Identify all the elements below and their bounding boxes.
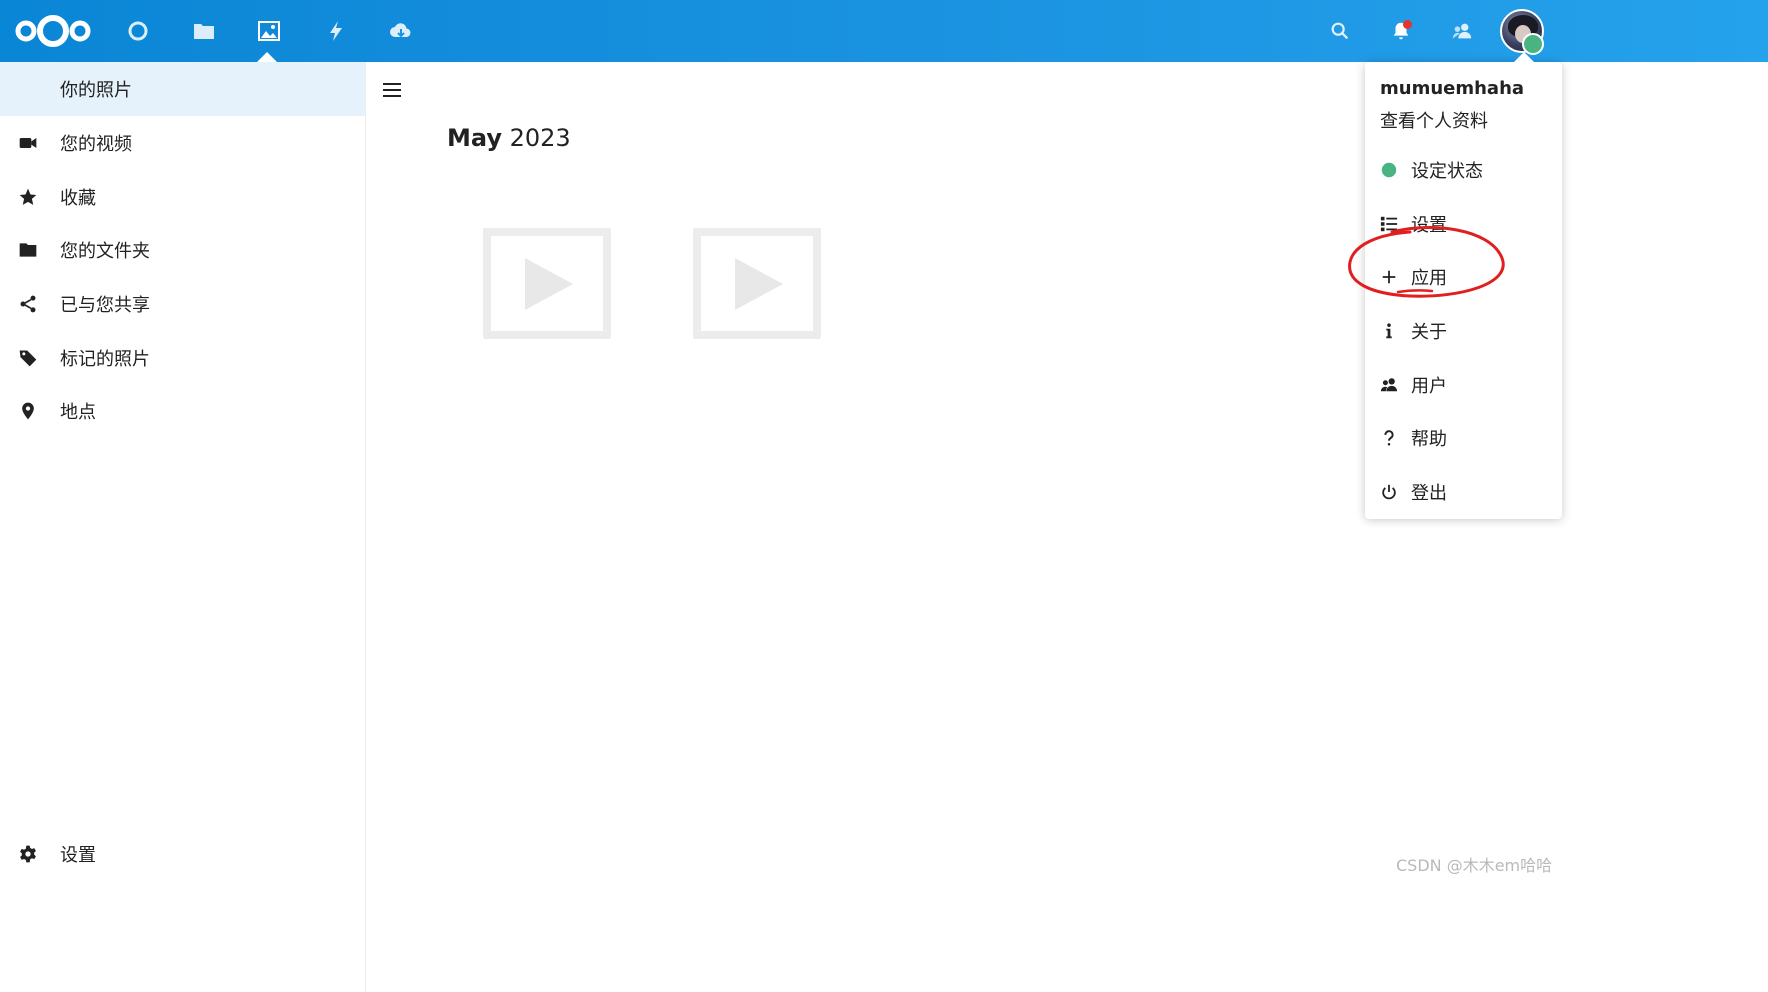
user-menu-caret	[1513, 52, 1535, 63]
menu-logout[interactable]: 登出	[1365, 470, 1562, 514]
app-files-folder-icon[interactable]	[188, 15, 220, 47]
nav-item-tagged-photos[interactable]: 标记的照片	[0, 331, 365, 385]
left-navigation: 你的照片 您的视频 收藏 您的文件夹 已与您共享 标记的照片 地点 设置	[0, 62, 366, 992]
nav-item-your-folders[interactable]: 您的文件夹	[0, 223, 365, 277]
search-icon[interactable]	[1325, 16, 1355, 46]
gear-icon	[17, 843, 39, 865]
nav-item-favorites[interactable]: 收藏	[0, 170, 365, 224]
nav-item-your-photos[interactable]: 你的照片	[0, 62, 365, 116]
nav-item-places[interactable]: 地点	[0, 384, 365, 438]
play-icon	[525, 258, 573, 310]
menu-label: 应用	[1411, 268, 1447, 289]
month-name: May	[447, 124, 502, 152]
menu-label: 设定状态	[1411, 161, 1483, 182]
nav-settings-label: 设置	[60, 845, 96, 866]
hamburger-menu-icon[interactable]	[380, 78, 404, 102]
menu-apps[interactable]: 应用	[1365, 255, 1562, 299]
menu-label: 用户	[1411, 376, 1447, 397]
video-thumbnail[interactable]	[483, 228, 611, 339]
folder-icon	[17, 239, 39, 261]
notification-badge	[1403, 20, 1412, 29]
menu-settings[interactable]: 设置	[1365, 202, 1562, 246]
app-cloud-download-icon[interactable]	[385, 15, 417, 47]
tag-icon	[17, 347, 39, 369]
contacts-icon[interactable]	[1447, 16, 1477, 46]
menu-label: 帮助	[1411, 429, 1447, 450]
month-heading: May 2023	[447, 124, 571, 152]
nav-item-label: 标记的照片	[60, 349, 150, 370]
bell-icon[interactable]	[1386, 16, 1416, 46]
star-icon	[17, 186, 39, 208]
nav-item-label: 收藏	[60, 188, 96, 209]
play-icon	[735, 258, 783, 310]
nav-item-shared-with-you[interactable]: 已与您共享	[0, 277, 365, 331]
video-camera-icon	[17, 132, 39, 154]
status-dot-icon	[1379, 160, 1399, 180]
menu-users[interactable]: 用户	[1365, 363, 1562, 407]
active-app-indicator	[257, 52, 277, 62]
power-icon	[1379, 482, 1399, 502]
nav-item-label: 已与您共享	[60, 295, 150, 316]
nav-item-label: 地点	[60, 402, 96, 423]
menu-label: 设置	[1411, 215, 1447, 236]
users-icon	[1379, 375, 1399, 395]
location-pin-icon	[17, 400, 39, 422]
menu-label: 登出	[1411, 483, 1447, 504]
menu-label: 关于	[1411, 322, 1447, 343]
month-year: 2023	[509, 124, 571, 152]
nav-item-label: 您的视频	[60, 134, 132, 155]
user-dropdown-menu: mumuemhaha 查看个人资料 设定状态 设置 应用 关于 用户 帮助 登出	[1365, 62, 1562, 519]
nav-settings[interactable]: 设置	[0, 827, 365, 881]
nav-item-your-videos[interactable]: 您的视频	[0, 116, 365, 170]
menu-username[interactable]: mumuemhaha	[1380, 78, 1524, 99]
share-icon	[17, 293, 39, 315]
menu-about[interactable]: 关于	[1365, 309, 1562, 353]
view-profile-link[interactable]: 查看个人资料	[1380, 107, 1488, 133]
watermark: CSDN @木木em哈哈	[1396, 856, 1553, 875]
nextcloud-logo-icon[interactable]	[14, 13, 92, 49]
app-dashboard-circle-icon[interactable]	[122, 15, 154, 47]
app-photos-image-icon[interactable]	[253, 15, 285, 47]
nav-item-label: 您的文件夹	[60, 241, 150, 262]
info-icon	[1379, 321, 1399, 341]
settings-list-icon	[1379, 214, 1399, 234]
video-thumbnail[interactable]	[693, 228, 821, 339]
app-activity-lightning-icon[interactable]	[320, 15, 352, 47]
plus-icon	[1379, 267, 1399, 287]
question-icon	[1379, 428, 1399, 448]
top-header	[0, 0, 1768, 62]
nav-item-label: 你的照片	[60, 80, 132, 101]
menu-help[interactable]: 帮助	[1365, 416, 1562, 460]
menu-set-status[interactable]: 设定状态	[1365, 148, 1562, 192]
